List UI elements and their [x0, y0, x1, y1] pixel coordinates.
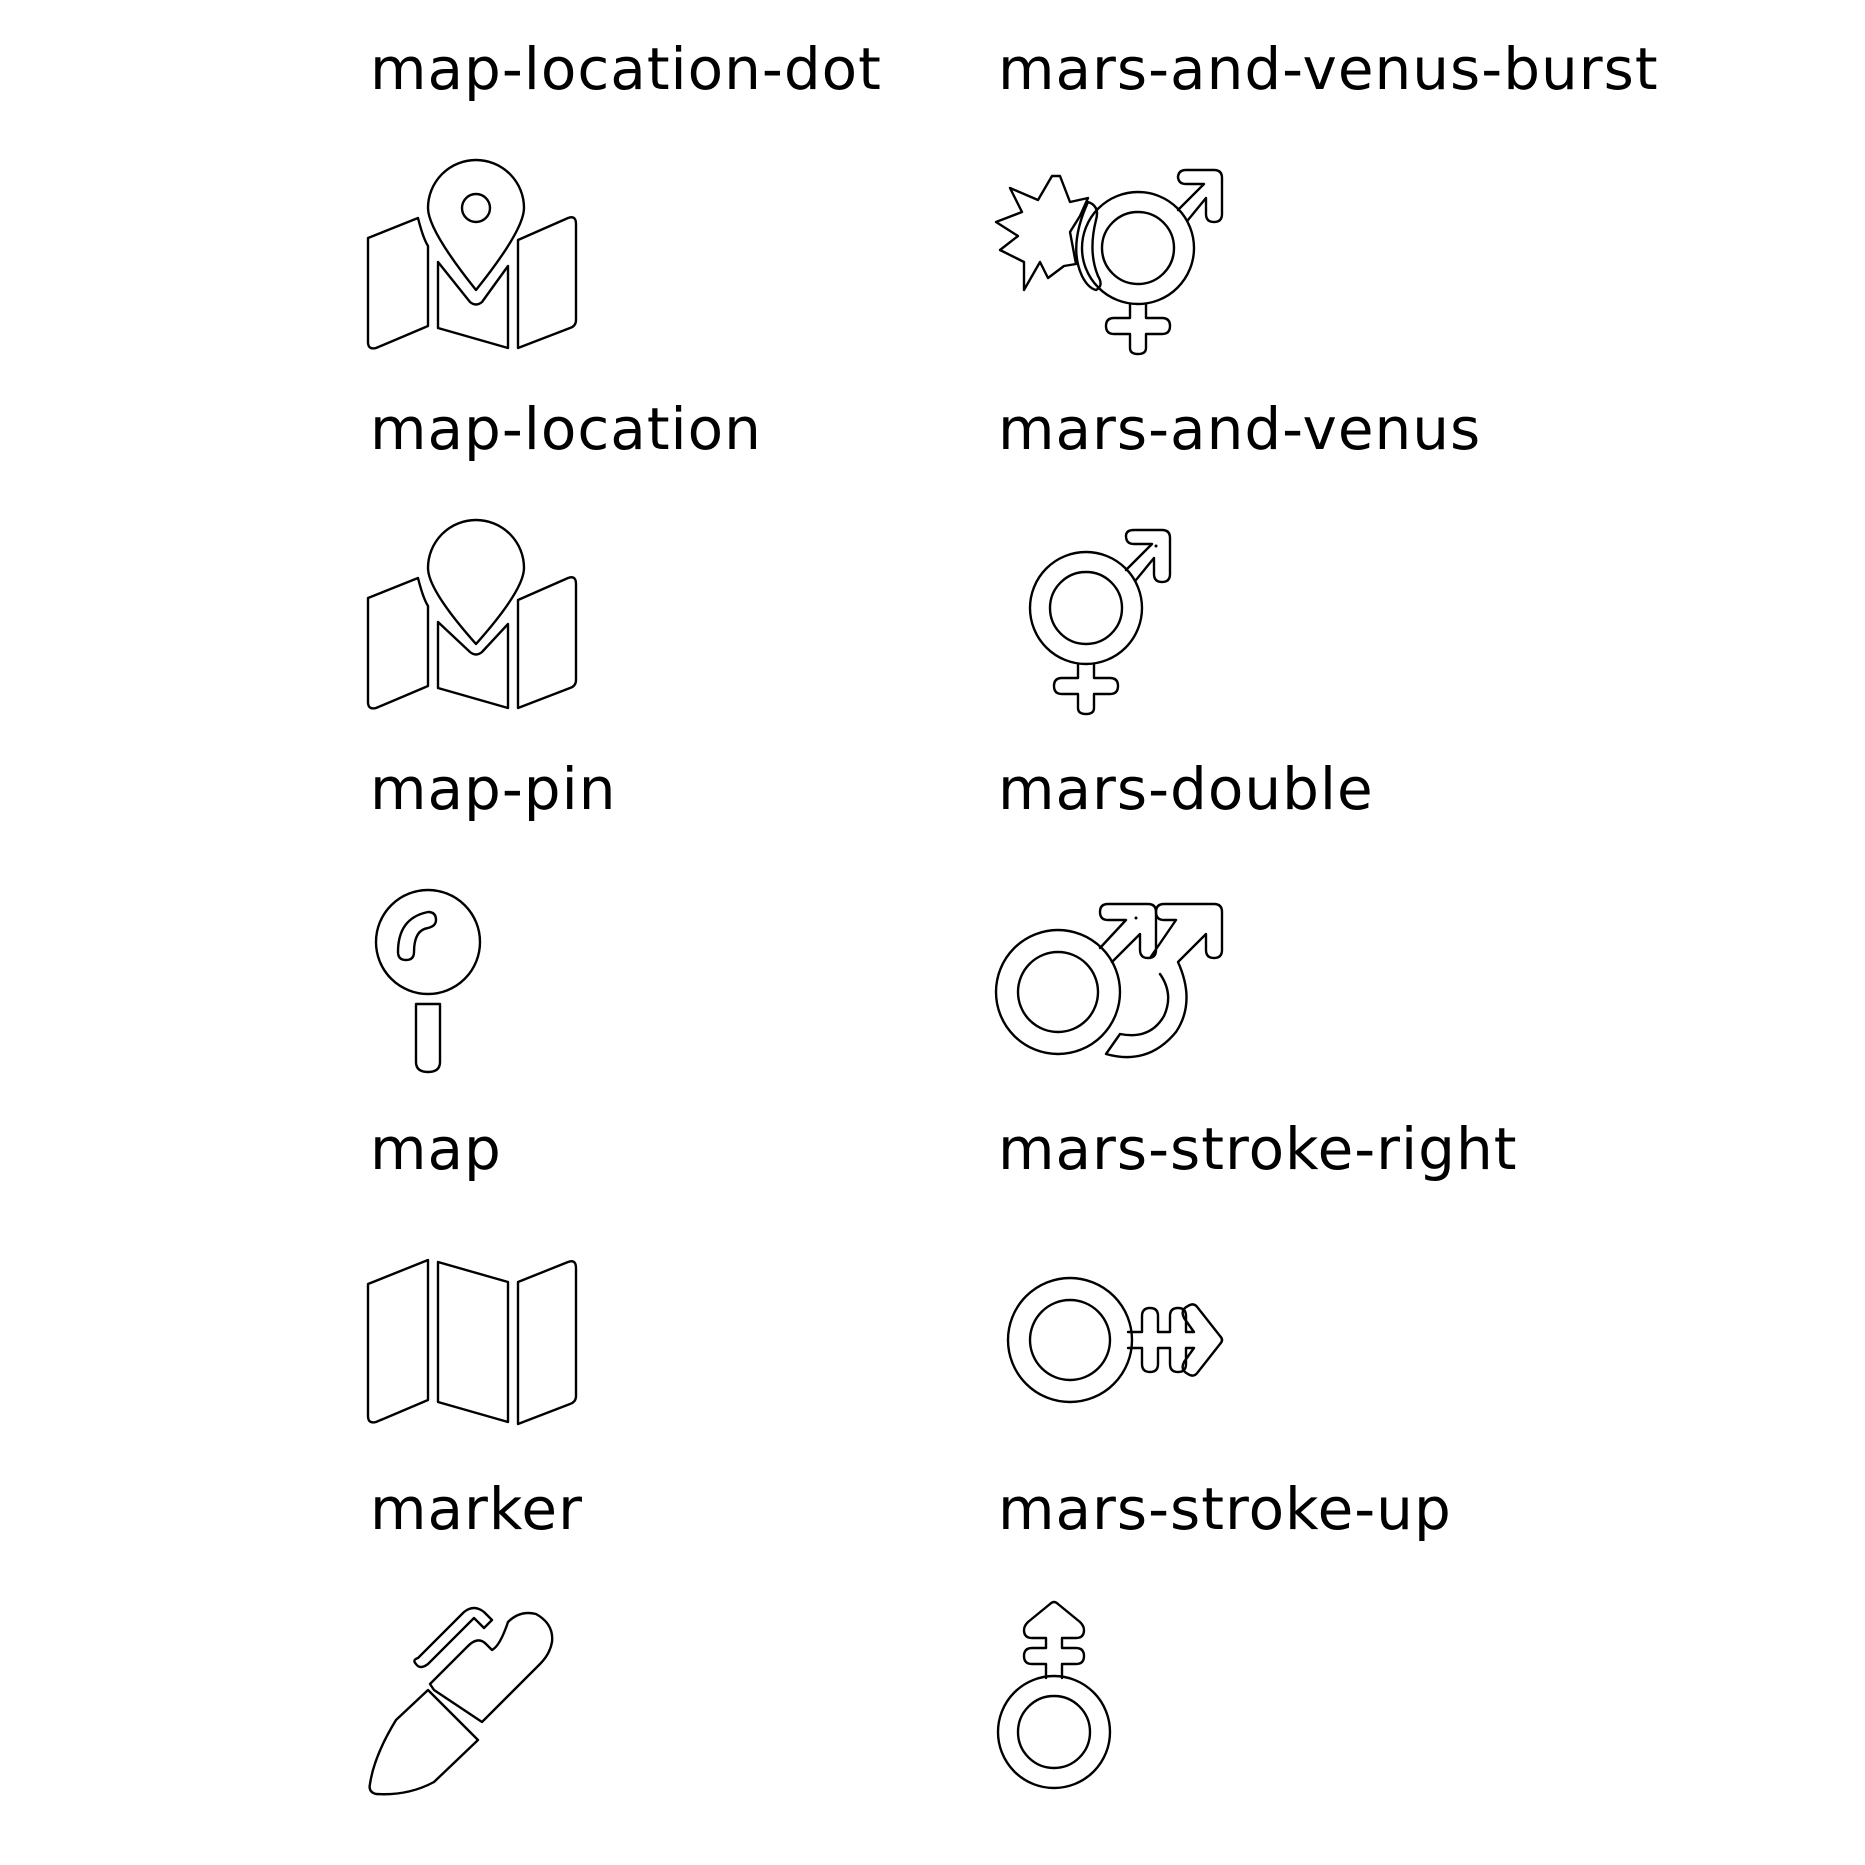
map-location-dot-icon: [366, 158, 578, 350]
label-mars-stroke-right: mars-stroke-right: [998, 1115, 1518, 1183]
label-map-location-dot: map-location-dot: [370, 35, 882, 103]
mars-and-venus-burst-icon: [994, 168, 1224, 356]
mars-stroke-right-icon: [1006, 1276, 1224, 1404]
label-marker: marker: [370, 1475, 583, 1543]
label-mars-double: mars-double: [998, 755, 1374, 823]
label-mars-stroke-up: mars-stroke-up: [998, 1475, 1452, 1543]
mars-double-icon: [994, 902, 1224, 1059]
label-map: map: [370, 1115, 502, 1183]
map-pin-icon: [374, 888, 482, 1074]
label-mars-and-venus: mars-and-venus: [998, 395, 1482, 463]
mars-and-venus-icon: [1028, 528, 1172, 716]
label-map-location: map-location: [370, 395, 762, 463]
mars-stroke-up-icon: [996, 1600, 1112, 1790]
map-icon: [366, 1258, 578, 1426]
marker-icon: [368, 1606, 554, 1796]
label-mars-and-venus-burst: mars-and-venus-burst: [998, 35, 1659, 103]
label-map-pin: map-pin: [370, 755, 617, 823]
map-location-icon: [366, 518, 578, 710]
